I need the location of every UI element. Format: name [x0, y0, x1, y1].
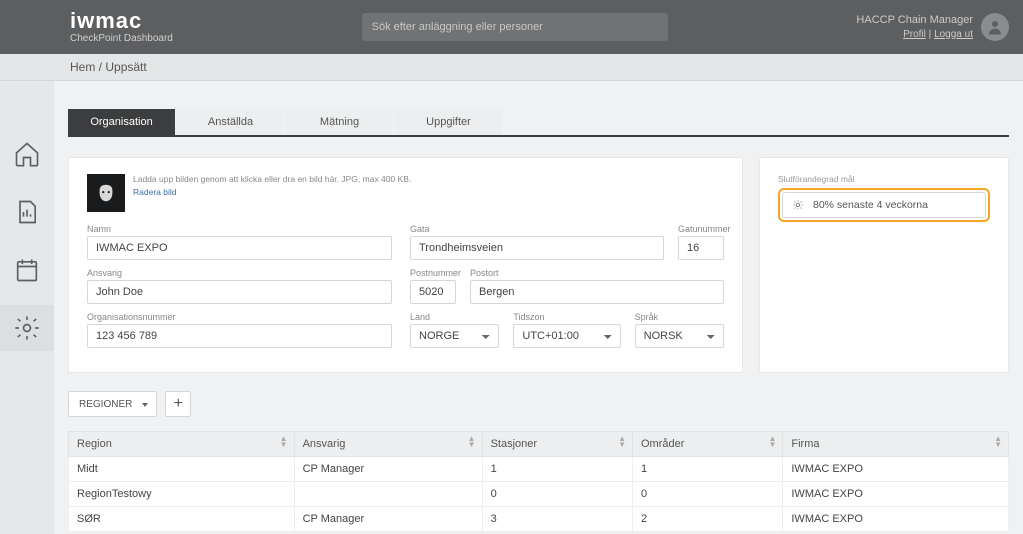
sidebar-calendar[interactable]: [0, 247, 54, 293]
label-postort: Postort: [470, 268, 724, 278]
upload-hint: Ladda upp bilden genom att klicka eller …: [133, 174, 411, 198]
table-row[interactable]: Midt CP Manager 1 1 IWMAC EXPO: [69, 457, 1009, 482]
select-land[interactable]: NORGE: [410, 324, 499, 348]
home-icon: [13, 140, 41, 168]
breadcrumb: Hem / Uppsätt: [0, 54, 1023, 81]
tabs: Organisation Anställda Mätning Uppgifter: [68, 109, 1009, 135]
input-gata[interactable]: [410, 236, 664, 260]
label-namn: Namn: [87, 224, 392, 234]
label-orgnr: Organisationsnummer: [87, 312, 392, 322]
table-controls: REGIONER +: [68, 391, 1009, 417]
tab-underline: [68, 135, 1009, 137]
input-orgnr[interactable]: [87, 324, 392, 348]
input-postnummer[interactable]: [410, 280, 456, 304]
user-area: HACCP Chain Manager Profil | Logga ut: [856, 13, 1009, 41]
label-sprak: Språk: [635, 312, 724, 322]
th-region[interactable]: Region▲▼: [69, 432, 295, 457]
tab-anstallda[interactable]: Anställda: [177, 109, 284, 135]
th-firma[interactable]: Firma▲▼: [783, 432, 1009, 457]
add-button[interactable]: +: [165, 391, 191, 417]
label-gatunummer: Gatunummer: [678, 224, 724, 234]
label-land: Land: [410, 312, 499, 322]
plus-icon: +: [174, 395, 183, 413]
table-row[interactable]: RegionTestowy 0 0 IWMAC EXPO: [69, 482, 1009, 507]
input-namn[interactable]: [87, 236, 392, 260]
app-name: HACCP Chain Manager: [856, 13, 973, 27]
tab-matning[interactable]: Mätning: [286, 109, 393, 135]
mask-icon: [95, 182, 117, 204]
avatar[interactable]: [981, 13, 1009, 41]
gear-icon: [13, 314, 41, 342]
regions-table: Region▲▼ Ansvarig▲▼ Stasjoner▲▼ Områder▲…: [68, 431, 1009, 532]
profile-link[interactable]: Profil: [903, 29, 926, 40]
sidebar-reports[interactable]: [0, 189, 54, 235]
search-wrap: [173, 13, 857, 41]
input-postort[interactable]: [470, 280, 724, 304]
breadcrumb-current: Uppsätt: [105, 60, 146, 74]
label-postnummer: Postnummer: [410, 268, 456, 278]
th-stasjoner[interactable]: Stasjoner▲▼: [482, 432, 632, 457]
select-sprak[interactable]: NORSK: [635, 324, 724, 348]
document-chart-icon: [13, 198, 41, 226]
table-row[interactable]: SØR CP Manager 3 2 IWMAC EXPO: [69, 507, 1009, 532]
org-image[interactable]: [87, 174, 125, 212]
panels: Ladda upp bilden genom att klicka eller …: [68, 157, 1009, 373]
label-ansvarig: Ansvarig: [87, 268, 392, 278]
sidebar-settings[interactable]: [0, 305, 54, 351]
label-gata: Gata: [410, 224, 664, 234]
brand: iwmac CheckPoint Dashboard: [70, 10, 173, 44]
input-gatunummer[interactable]: [678, 236, 724, 260]
calendar-icon: [13, 256, 41, 284]
user-icon: [986, 18, 1004, 36]
goal-panel: Slutförandegrad mål 80% senaste 4 veckor…: [759, 157, 1009, 373]
regions-dropdown[interactable]: REGIONER: [68, 391, 157, 417]
gear-icon: [791, 198, 805, 212]
select-tidszon[interactable]: UTC+01:00: [513, 324, 620, 348]
th-omrader[interactable]: Områder▲▼: [632, 432, 782, 457]
topbar: iwmac CheckPoint Dashboard HACCP Chain M…: [0, 0, 1023, 54]
brand-subtitle: CheckPoint Dashboard: [70, 34, 173, 44]
brand-logo: iwmac: [70, 10, 173, 32]
th-ansvarig[interactable]: Ansvarig▲▼: [294, 432, 482, 457]
delete-image-link[interactable]: Radera bild: [133, 187, 176, 198]
search-input[interactable]: [362, 13, 668, 41]
goal-box[interactable]: 80% senaste 4 veckorna: [782, 192, 986, 218]
label-tidszon: Tidszon: [513, 312, 620, 322]
sidebar: [0, 81, 54, 534]
sidebar-home[interactable]: [0, 131, 54, 177]
main: Organisation Anställda Mätning Uppgifter…: [54, 81, 1023, 534]
goal-highlight: 80% senaste 4 veckorna: [778, 188, 990, 222]
user-text: HACCP Chain Manager Profil | Logga ut: [856, 13, 973, 40]
input-ansvarig[interactable]: [87, 280, 392, 304]
tab-organisation[interactable]: Organisation: [68, 109, 175, 135]
org-panel: Ladda upp bilden genom att klicka eller …: [68, 157, 743, 373]
logout-link[interactable]: Logga ut: [934, 29, 973, 40]
goal-text: 80% senaste 4 veckorna: [813, 199, 928, 211]
breadcrumb-home[interactable]: Hem: [70, 60, 95, 74]
tab-uppgifter[interactable]: Uppgifter: [395, 109, 502, 135]
goal-label: Slutförandegrad mål: [778, 174, 990, 184]
